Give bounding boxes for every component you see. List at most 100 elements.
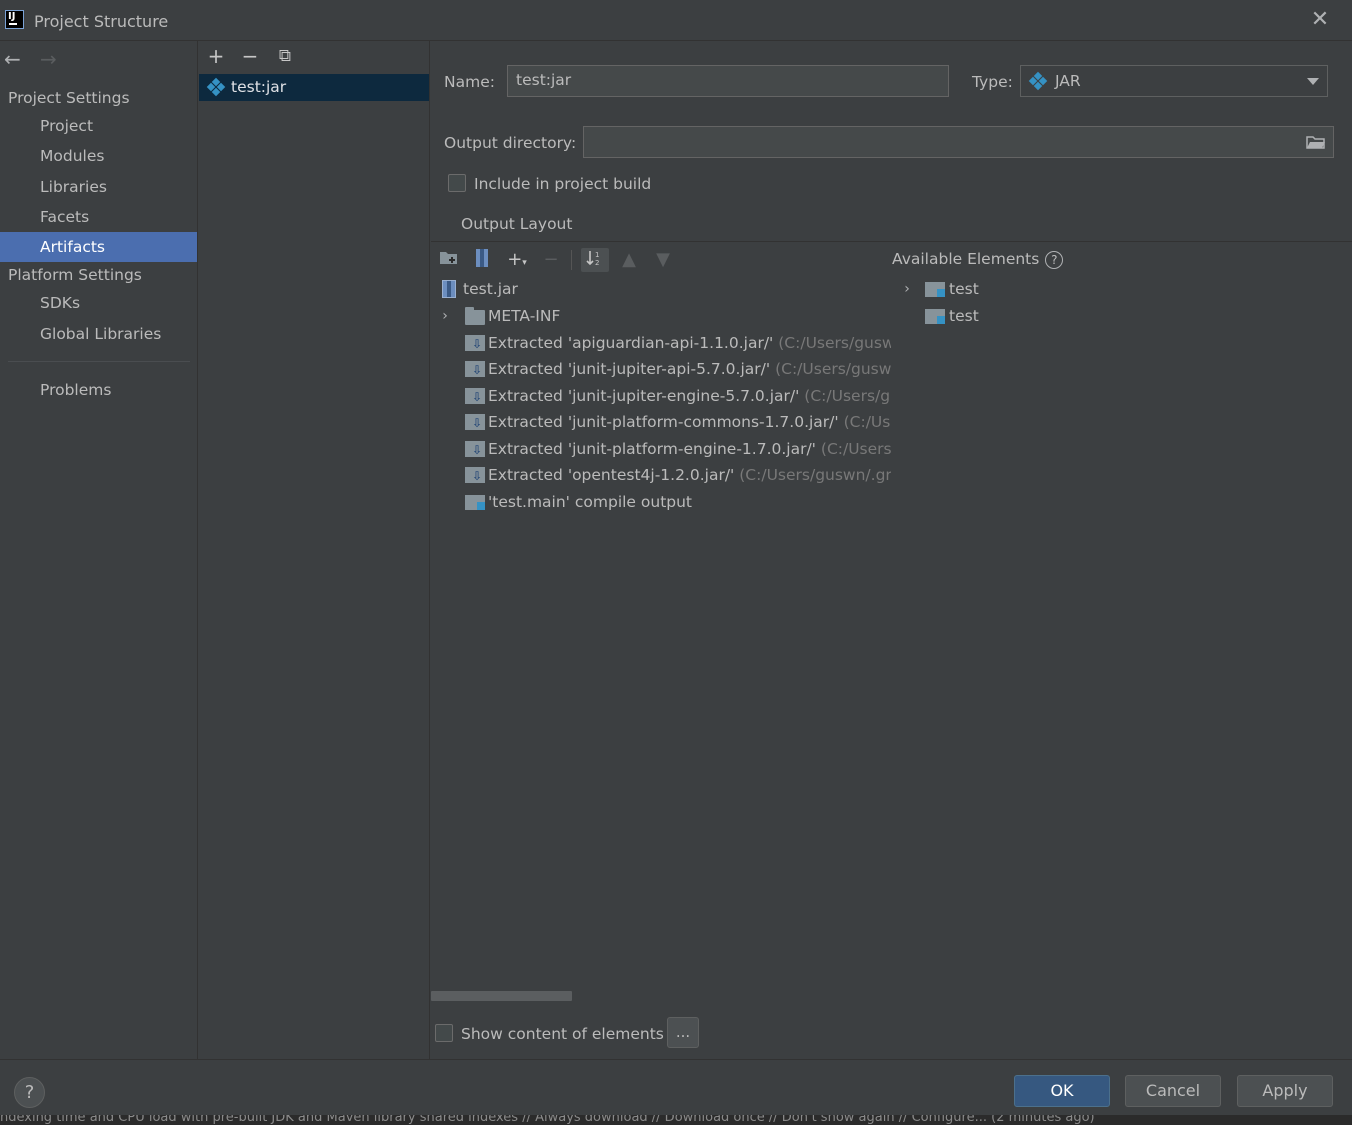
include-in-build-label: Include in project build [474, 175, 652, 193]
extracted-icon [465, 463, 485, 488]
help-circle-icon[interactable]: ? [1045, 251, 1064, 269]
extracted-icon [465, 357, 485, 382]
extracted-icon [465, 410, 485, 435]
create-archive-icon[interactable] [470, 248, 494, 272]
remove-element-icon[interactable]: − [539, 248, 563, 272]
add-copy-of-icon[interactable]: +▾ [505, 248, 529, 272]
tree-item-path: (C:/Users/guswn [804, 387, 891, 405]
tree-item-label: Extracted 'junit-platform-engine-1.7.0.j… [488, 440, 816, 458]
tree-item-path: (C:/Users/guswn/.g [775, 360, 891, 378]
tree-row[interactable]: Extracted 'junit-jupiter-api-5.7.0.jar/'… [441, 356, 891, 382]
intellij-logo-icon: IJ [5, 10, 24, 29]
nav-item-modules[interactable]: Modules [0, 141, 197, 171]
cancel-button[interactable]: Cancel [1125, 1075, 1221, 1107]
toolbar-separator [571, 250, 572, 270]
include-in-build-checkbox[interactable] [448, 174, 466, 192]
available-elements-title: Available Elements [892, 250, 1040, 268]
window-title: Project Structure [34, 12, 169, 31]
close-icon[interactable]: ✕ [1308, 9, 1332, 33]
chevron-right-icon[interactable]: › [901, 276, 913, 302]
show-content-options-button[interactable]: ... [667, 1017, 699, 1048]
nav-item-artifacts[interactable]: Artifacts [0, 232, 197, 262]
name-label: Name: [444, 73, 495, 91]
tree-item-path: (C:/Users/guswn/.g [778, 334, 891, 352]
tree-row[interactable]: 'test.main' compile output [441, 489, 891, 515]
available-item[interactable]: › test [901, 276, 1201, 302]
forward-arrow-icon[interactable]: → [40, 47, 57, 71]
output-layout-tab[interactable]: Output Layout [461, 215, 572, 233]
jar-type-icon [1028, 71, 1048, 91]
platform-settings-header: Platform Settings [8, 266, 142, 284]
move-up-icon[interactable]: ▲ [617, 248, 641, 272]
copy-artifact-icon[interactable]: ⧉ [274, 45, 296, 67]
remove-artifact-icon[interactable]: − [239, 45, 261, 67]
tree-item-path: (C:/Users/guswn/.gradle/ [739, 466, 891, 484]
tree-row[interactable]: Extracted 'opentest4j-1.2.0.jar/' (C:/Us… [441, 462, 891, 488]
module-folder-icon [925, 282, 945, 297]
available-item-label: test [949, 280, 979, 298]
type-select[interactable]: JAR [1020, 65, 1328, 97]
output-directory-label: Output directory: [444, 134, 577, 152]
available-item-label: test [949, 307, 979, 325]
help-button[interactable]: ? [14, 1077, 45, 1108]
tree-item-label: 'test.main' compile output [488, 493, 693, 511]
tree-root-row[interactable]: test.jar [441, 276, 891, 302]
tree-row[interactable]: Extracted 'junit-jupiter-engine-5.7.0.ja… [441, 383, 891, 409]
svg-text:2: 2 [595, 259, 599, 267]
tree-row[interactable]: › META-INF [441, 303, 891, 329]
tree-item-label: Extracted 'junit-platform-commons-1.7.0.… [488, 413, 839, 431]
nav-divider [8, 361, 190, 362]
apply-button[interactable]: Apply [1237, 1075, 1333, 1107]
sort-elements-icon[interactable]: 12 [581, 248, 609, 272]
nav-item-sdks[interactable]: SDKs [0, 288, 197, 318]
output-directory-input[interactable] [583, 126, 1334, 158]
available-item[interactable]: test [901, 303, 1201, 329]
extracted-icon [465, 384, 485, 409]
output-layout-toolbar: +▾ − 12 ▲ ▼ Available Elements ? [431, 241, 1352, 275]
svg-text:1: 1 [595, 251, 599, 259]
browse-folder-icon[interactable] [1306, 134, 1326, 150]
artifact-item-test-jar[interactable]: test:jar [199, 74, 429, 101]
nav-item-libraries[interactable]: Libraries [0, 172, 197, 202]
tree-row[interactable]: Extracted 'junit-platform-commons-1.7.0.… [441, 409, 891, 435]
nav-item-problems[interactable]: Problems [0, 375, 197, 405]
project-settings-header: Project Settings [8, 89, 130, 107]
available-elements-label: Available Elements ? [892, 250, 1064, 269]
module-folder-icon [925, 309, 945, 324]
tree-row[interactable]: Extracted 'junit-platform-engine-1.7.0.j… [441, 436, 891, 462]
create-directory-icon[interactable] [437, 248, 461, 272]
nav-item-project[interactable]: Project [0, 111, 197, 141]
title-bar: IJ Project Structure ✕ [0, 0, 1352, 41]
horizontal-scrollbar[interactable] [431, 991, 572, 1001]
nav-item-global-libraries[interactable]: Global Libraries [0, 319, 197, 349]
artifacts-list-pane: + − ⧉ test:jar [199, 41, 430, 1059]
artifact-label: test:jar [231, 78, 287, 96]
tree-row[interactable]: Extracted 'apiguardian-api-1.1.0.jar/' (… [441, 330, 891, 356]
settings-nav: ← → Project Settings Project Modules Lib… [0, 41, 198, 1059]
extracted-icon [465, 331, 485, 356]
name-input[interactable]: test:jar [507, 65, 949, 97]
tree-item-path: (C:/Users/gus [820, 440, 891, 458]
chevron-right-icon[interactable]: › [441, 303, 451, 329]
underlying-notification-strip: ndexing time and CPU load with pre-built… [0, 1115, 1352, 1125]
show-content-checkbox[interactable] [435, 1024, 453, 1042]
add-artifact-icon[interactable]: + [205, 45, 227, 67]
artifact-editor: Name: test:jar Type: JAR Output director… [431, 41, 1352, 1059]
tree-item-label: Extracted 'apiguardian-api-1.1.0.jar/' [488, 334, 774, 352]
extracted-icon [465, 437, 485, 462]
jar-artifact-icon [206, 77, 226, 97]
ok-button[interactable]: OK [1014, 1075, 1110, 1107]
back-arrow-icon[interactable]: ← [4, 47, 21, 71]
type-label: Type: [972, 73, 1013, 91]
tree-item-label: Extracted 'opentest4j-1.2.0.jar/' [488, 466, 735, 484]
tree-item-label: Extracted 'junit-jupiter-engine-5.7.0.ja… [488, 387, 800, 405]
logo-text: IJ [8, 11, 16, 22]
module-output-icon [465, 495, 485, 510]
tree-item-path: (C:/Users/ [843, 413, 891, 431]
nav-item-facets[interactable]: Facets [0, 202, 197, 232]
artifacts-toolbar: + − ⧉ [199, 41, 430, 73]
jar-icon [442, 280, 456, 298]
type-value: JAR [1055, 72, 1081, 90]
chevron-down-icon [1307, 78, 1319, 85]
move-down-icon[interactable]: ▼ [651, 248, 675, 272]
